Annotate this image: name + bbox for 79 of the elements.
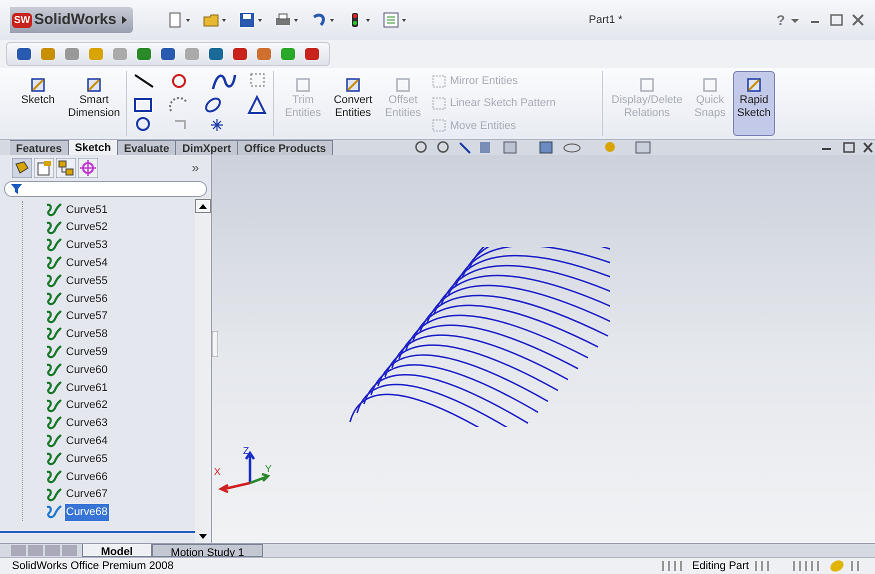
curve-icon: [45, 380, 63, 396]
tree-item[interactable]: Curve57: [65, 308, 109, 325]
bottom-tab[interactable]: Motion Study 1: [152, 544, 264, 557]
ribbon-tab[interactable]: Evaluate: [118, 140, 176, 155]
ribbon-button[interactable]: Sketch: [10, 71, 66, 136]
tree-item[interactable]: Curve61: [65, 380, 109, 396]
tree-item[interactable]: Curve68: [65, 504, 109, 521]
tree-item[interactable]: Curve54: [65, 255, 109, 272]
tool-icon: [638, 76, 656, 94]
document-title: Part1 *: [588, 12, 622, 28]
tree-item[interactable]: Curve51: [65, 202, 109, 218]
ribbon-tab[interactable]: Office Products: [238, 140, 333, 155]
tree-item[interactable]: Curve64: [65, 433, 109, 450]
curve-icon: [45, 398, 63, 414]
curve-icon: [45, 486, 63, 503]
ribbon-button[interactable]: Convert Entities: [328, 71, 378, 136]
tool-icon: [432, 119, 446, 132]
tree-item[interactable]: Curve66: [65, 468, 109, 486]
bottom-tab[interactable]: Model: [82, 544, 152, 557]
more-tabs-button[interactable]: »: [192, 158, 199, 178]
scroll-down-icon[interactable]: [199, 534, 207, 538]
curve-icon: [45, 415, 63, 432]
tree-item[interactable]: Curve52: [65, 219, 109, 236]
ribbon-button[interactable]: Rapid Sketch: [733, 71, 775, 136]
curve-icon: [45, 451, 63, 468]
configuration-tab-icon[interactable]: [56, 158, 76, 178]
curve-icon: [45, 344, 63, 360]
ribbon-tab[interactable]: Features: [10, 140, 69, 155]
y-axis-label: Y: [265, 463, 272, 477]
ribbon-tab[interactable]: DimXpert: [176, 140, 238, 155]
tree-item[interactable]: Curve65: [65, 450, 109, 468]
tool-icon: [745, 76, 763, 94]
editing-mode-status: Editing Part: [691, 558, 750, 574]
curve-icon: [45, 237, 63, 254]
curve-icon: [45, 273, 63, 290]
curve-icon: [45, 433, 63, 450]
tree-item[interactable]: Curve53: [65, 237, 109, 254]
sketch-tools-icon[interactable]: [131, 71, 269, 133]
curve-icon: [45, 504, 63, 520]
curve-icon: [45, 290, 63, 307]
tree-item[interactable]: Curve56: [65, 290, 109, 308]
tree-item[interactable]: Curve63: [65, 415, 109, 432]
curve-icon: [45, 308, 63, 325]
curve-icon: [45, 255, 63, 272]
curve-icon: [45, 220, 63, 236]
ribbon-tab[interactable]: Sketch: [68, 140, 118, 155]
curve-icon: [45, 326, 63, 342]
tree-item[interactable]: Curve59: [65, 344, 109, 361]
status-text: SolidWorks Office Premium 2008: [12, 558, 174, 574]
feature-tree-tab-icon[interactable]: [12, 158, 32, 178]
tree-item[interactable]: Curve58: [65, 326, 109, 343]
help-button[interactable]: ?: [776, 10, 785, 30]
tree-item[interactable]: Curve55: [65, 272, 109, 290]
ribbon-button[interactable]: Smart Dimension: [66, 71, 122, 136]
scroll-up-icon[interactable]: [199, 204, 207, 208]
pencil-icon: [29, 76, 47, 94]
tool-icon: [394, 76, 412, 94]
curve-icon: [45, 468, 63, 485]
z-axis-label: Z: [243, 445, 250, 459]
app-name: SolidWorks: [34, 10, 116, 30]
tool-icon: [432, 74, 446, 88]
property-tab-icon[interactable]: [34, 158, 54, 178]
tool-icon: [432, 97, 446, 110]
filter-icon: [11, 184, 22, 194]
tree-item[interactable]: Curve67: [65, 486, 109, 503]
curve-icon: [45, 362, 63, 378]
window-controls-icon[interactable]: [789, 14, 865, 26]
tree-item[interactable]: Curve62: [65, 397, 109, 414]
filter-field[interactable]: [4, 181, 207, 197]
tool-icon: [701, 76, 719, 94]
tree-item[interactable]: Curve60: [65, 362, 109, 378]
x-axis-label: X: [214, 466, 221, 480]
scrollbar[interactable]: [195, 199, 211, 543]
crosshair-tab-icon[interactable]: [78, 158, 98, 178]
app-logo: SW: [12, 12, 32, 28]
curve-icon: [45, 202, 63, 218]
tool-icon: [344, 76, 362, 94]
menu-arrow-icon[interactable]: [122, 16, 128, 24]
tool-icon: [294, 76, 312, 94]
